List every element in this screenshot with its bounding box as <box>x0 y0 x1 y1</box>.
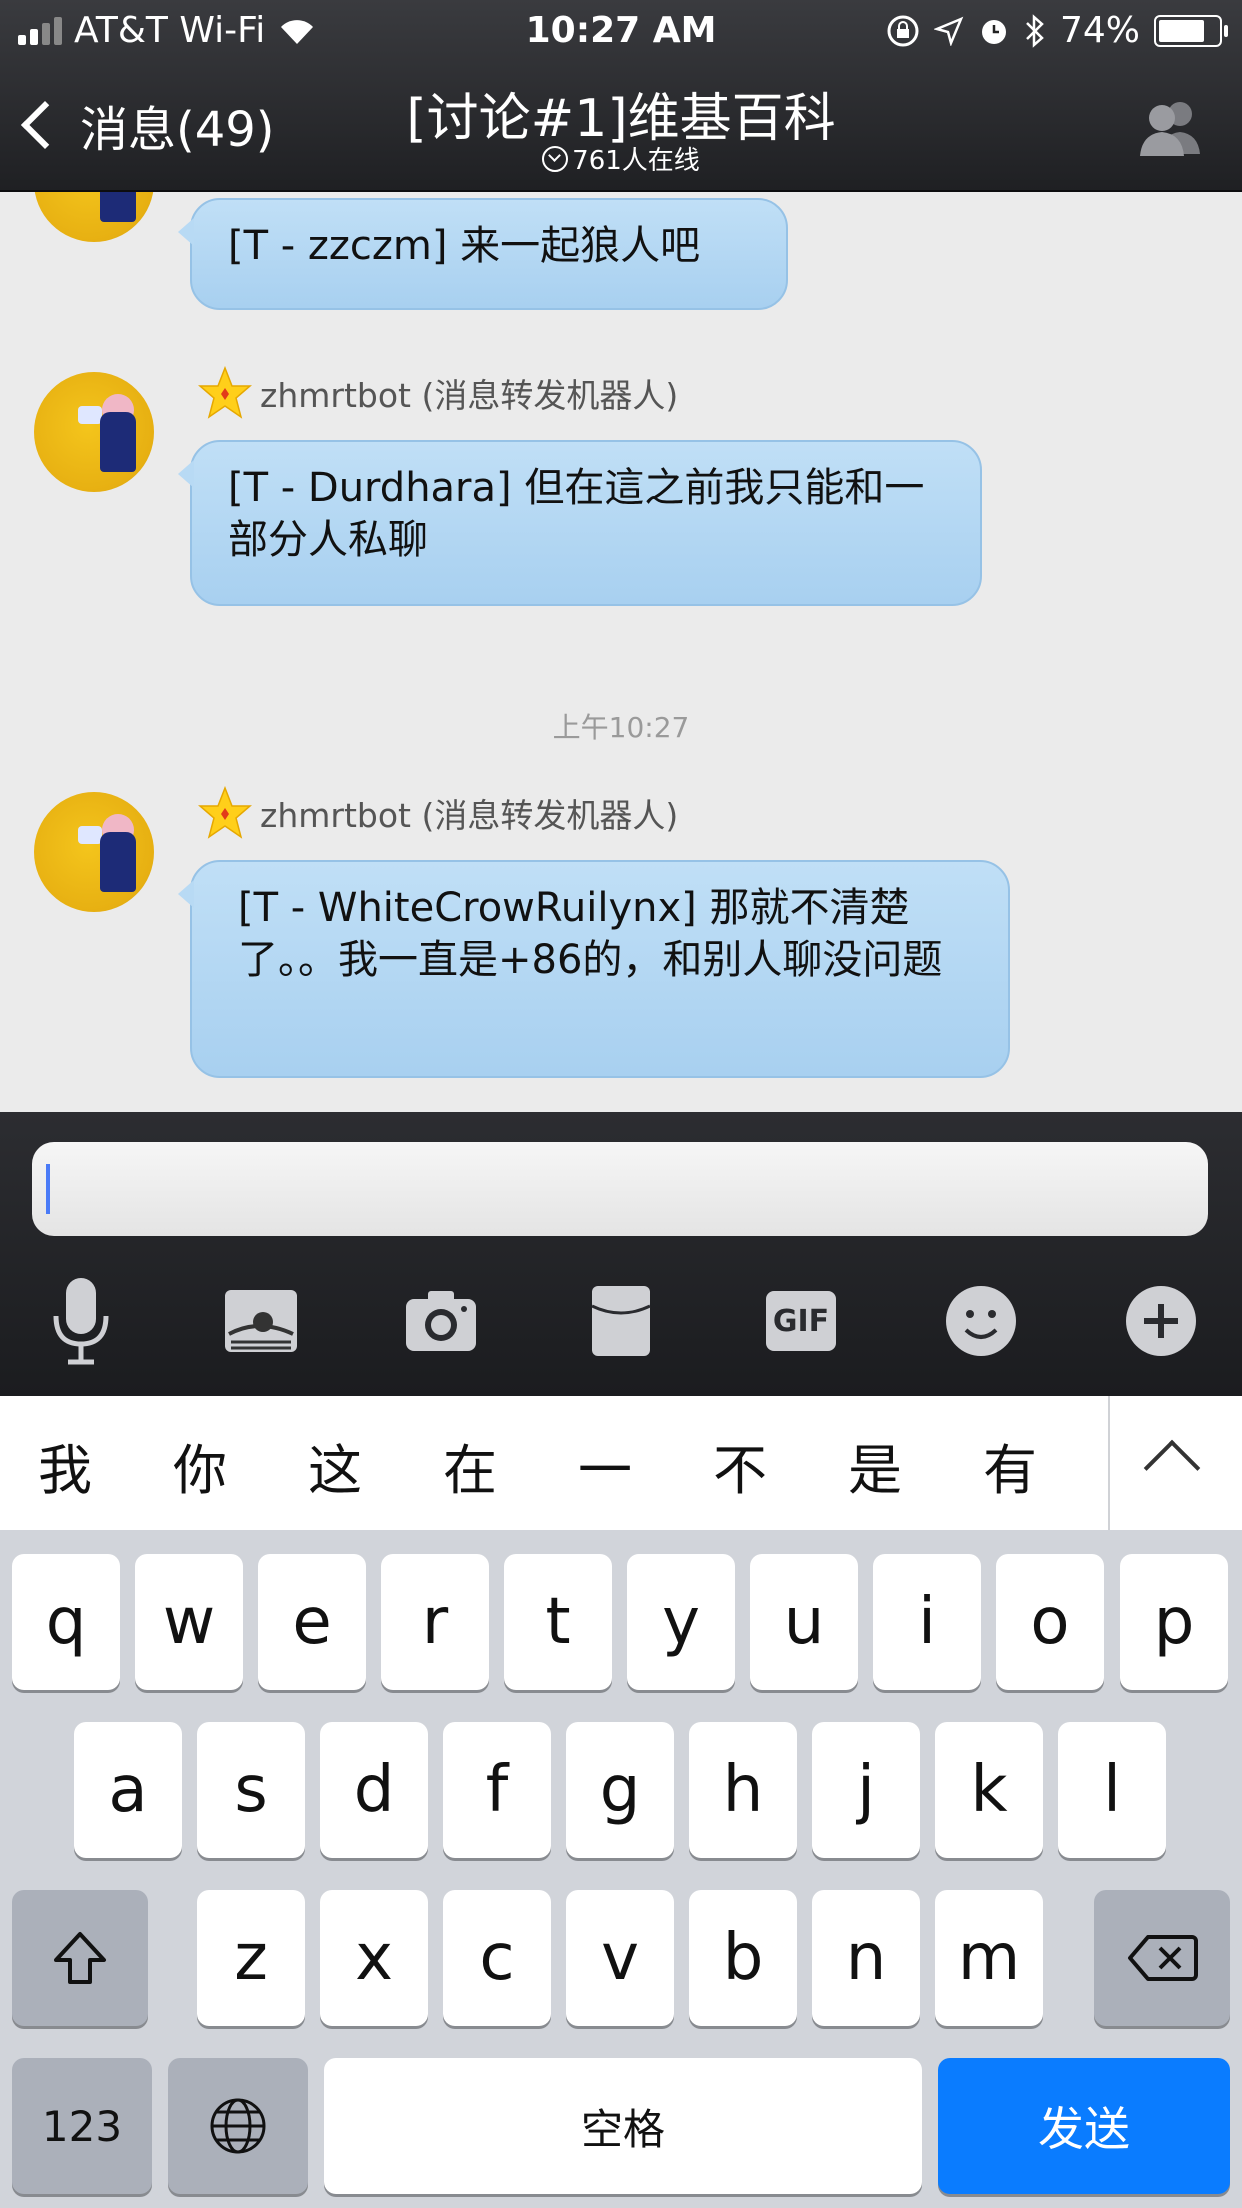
avatar[interactable] <box>34 372 154 492</box>
keyboard: q w e r t y u i o p a s d f g h j k l z … <box>0 1530 1242 2208</box>
star-icon <box>198 366 252 419</box>
input-bar: GIF <box>0 1112 1242 1396</box>
key-u[interactable]: u <box>750 1554 858 1690</box>
key-j[interactable]: j <box>812 1722 920 1858</box>
bluetooth-icon <box>1026 13 1044 48</box>
key-s[interactable]: s <box>197 1722 305 1858</box>
rotation-lock-icon <box>887 15 919 46</box>
hongbao-icon[interactable] <box>576 1276 666 1366</box>
globe-key[interactable] <box>168 2058 308 2194</box>
message-text: [T - WhiteCrowRuilynx] 那就不清楚了。。我一直是+86的，… <box>238 885 943 983</box>
numbers-key[interactable]: 123 <box>12 2058 152 2194</box>
candidate-word[interactable]: 你 <box>145 1426 255 1505</box>
key-y[interactable]: y <box>627 1554 735 1690</box>
sender-label: zhmrtbot (消息转发机器人) <box>260 376 679 415</box>
key-l[interactable]: l <box>1058 1722 1166 1858</box>
candidate-word[interactable]: 不 <box>685 1426 795 1505</box>
online-count: 761人在线 <box>0 140 1242 177</box>
key-t[interactable]: t <box>504 1554 612 1690</box>
location-icon <box>933 16 964 46</box>
message-bubble[interactable]: [T - WhiteCrowRuilynx] 那就不清楚了。。我一直是+86的，… <box>178 860 1010 1078</box>
key-i[interactable]: i <box>873 1554 981 1690</box>
message-timestamp: 上午10:27 <box>552 711 690 744</box>
top-bar: AT&T Wi-Fi 10:27 AM 74% 消息(49) [讨论#1]维基百… <box>0 0 1242 192</box>
key-o[interactable]: o <box>996 1554 1104 1690</box>
candidate-bar: 我 你 这 在 一 不 是 有 <box>0 1396 1242 1532</box>
shift-key[interactable] <box>12 1890 148 2026</box>
emoji-icon[interactable] <box>936 1276 1026 1366</box>
key-v[interactable]: v <box>566 1890 674 2026</box>
key-c[interactable]: c <box>443 1890 551 2026</box>
candidate-word[interactable]: 是 <box>820 1426 930 1505</box>
chevron-up-icon[interactable] <box>1143 1439 1201 1497</box>
key-x[interactable]: x <box>320 1890 428 2026</box>
candidate-word[interactable]: 一 <box>550 1426 660 1505</box>
microphone-icon[interactable] <box>36 1276 126 1366</box>
alarm-icon <box>981 19 1006 44</box>
key-g[interactable]: g <box>566 1722 674 1858</box>
shift-icon <box>54 1932 106 1984</box>
message-text: [T - zzczm] 来一起狼人吧 <box>228 223 701 269</box>
key-r[interactable]: r <box>381 1554 489 1690</box>
key-w[interactable]: w <box>135 1554 243 1690</box>
space-key[interactable]: 空格 <box>324 2058 922 2194</box>
key-q[interactable]: q <box>12 1554 120 1690</box>
message-input[interactable] <box>32 1142 1208 1236</box>
key-k[interactable]: k <box>935 1722 1043 1858</box>
input-toolbar: GIF <box>0 1276 1242 1376</box>
sender-label: zhmrtbot (消息转发机器人) <box>260 796 679 835</box>
gif-icon[interactable]: GIF <box>756 1276 846 1366</box>
chat-area[interactable]: [T - zzczm] 来一起狼人吧 zhmrtbot (消息转发机器人) [T… <box>0 192 1242 1112</box>
camera-icon[interactable] <box>396 1276 486 1366</box>
delete-key[interactable] <box>1094 1890 1230 2026</box>
text-caret <box>46 1164 50 1214</box>
key-h[interactable]: h <box>689 1722 797 1858</box>
globe-icon <box>210 2098 266 2154</box>
key-d[interactable]: d <box>320 1722 428 1858</box>
candidate-word[interactable]: 有 <box>955 1426 1065 1505</box>
chevron-down-circle-icon <box>542 146 569 172</box>
photo-icon[interactable] <box>216 1276 306 1366</box>
message-text: [T - Durdhara] 但在這之前我只能和一部分人私聊 <box>228 465 925 563</box>
battery-percent: 74% <box>1059 10 1140 51</box>
candidate-word[interactable]: 我 <box>10 1426 120 1505</box>
key-e[interactable]: e <box>258 1554 366 1690</box>
group-members-icon[interactable] <box>1132 96 1208 156</box>
candidate-divider <box>1108 1396 1110 1530</box>
nav-bar: 消息(49) [讨论#1]维基百科 761人在线 <box>0 60 1242 190</box>
sender-name: zhmrtbot (消息转发机器人) <box>198 366 678 420</box>
candidate-word[interactable]: 在 <box>415 1426 525 1505</box>
status-bar: AT&T Wi-Fi 10:27 AM 74% <box>0 0 1242 60</box>
backspace-icon <box>1128 1935 1198 1981</box>
send-button[interactable]: 发送 <box>938 2058 1230 2194</box>
key-f[interactable]: f <box>443 1722 551 1858</box>
plus-icon[interactable] <box>1116 1276 1206 1366</box>
key-z[interactable]: z <box>197 1890 305 2026</box>
message-bubble[interactable]: [T - Durdhara] 但在這之前我只能和一部分人私聊 <box>178 440 982 606</box>
avatar[interactable] <box>34 792 154 912</box>
sender-name: zhmrtbot (消息转发机器人) <box>198 786 678 840</box>
key-a[interactable]: a <box>74 1722 182 1858</box>
candidate-word[interactable]: 这 <box>280 1426 390 1505</box>
online-count-label: 761人在线 <box>572 146 700 176</box>
key-b[interactable]: b <box>689 1890 797 2026</box>
avatar[interactable] <box>34 192 154 242</box>
gif-label: GIF <box>766 1291 836 1351</box>
star-icon <box>198 786 252 839</box>
key-n[interactable]: n <box>812 1890 920 2026</box>
key-p[interactable]: p <box>1120 1554 1228 1690</box>
battery-icon <box>1154 14 1228 47</box>
message-bubble[interactable]: [T - zzczm] 来一起狼人吧 <box>178 198 788 310</box>
key-m[interactable]: m <box>935 1890 1043 2026</box>
